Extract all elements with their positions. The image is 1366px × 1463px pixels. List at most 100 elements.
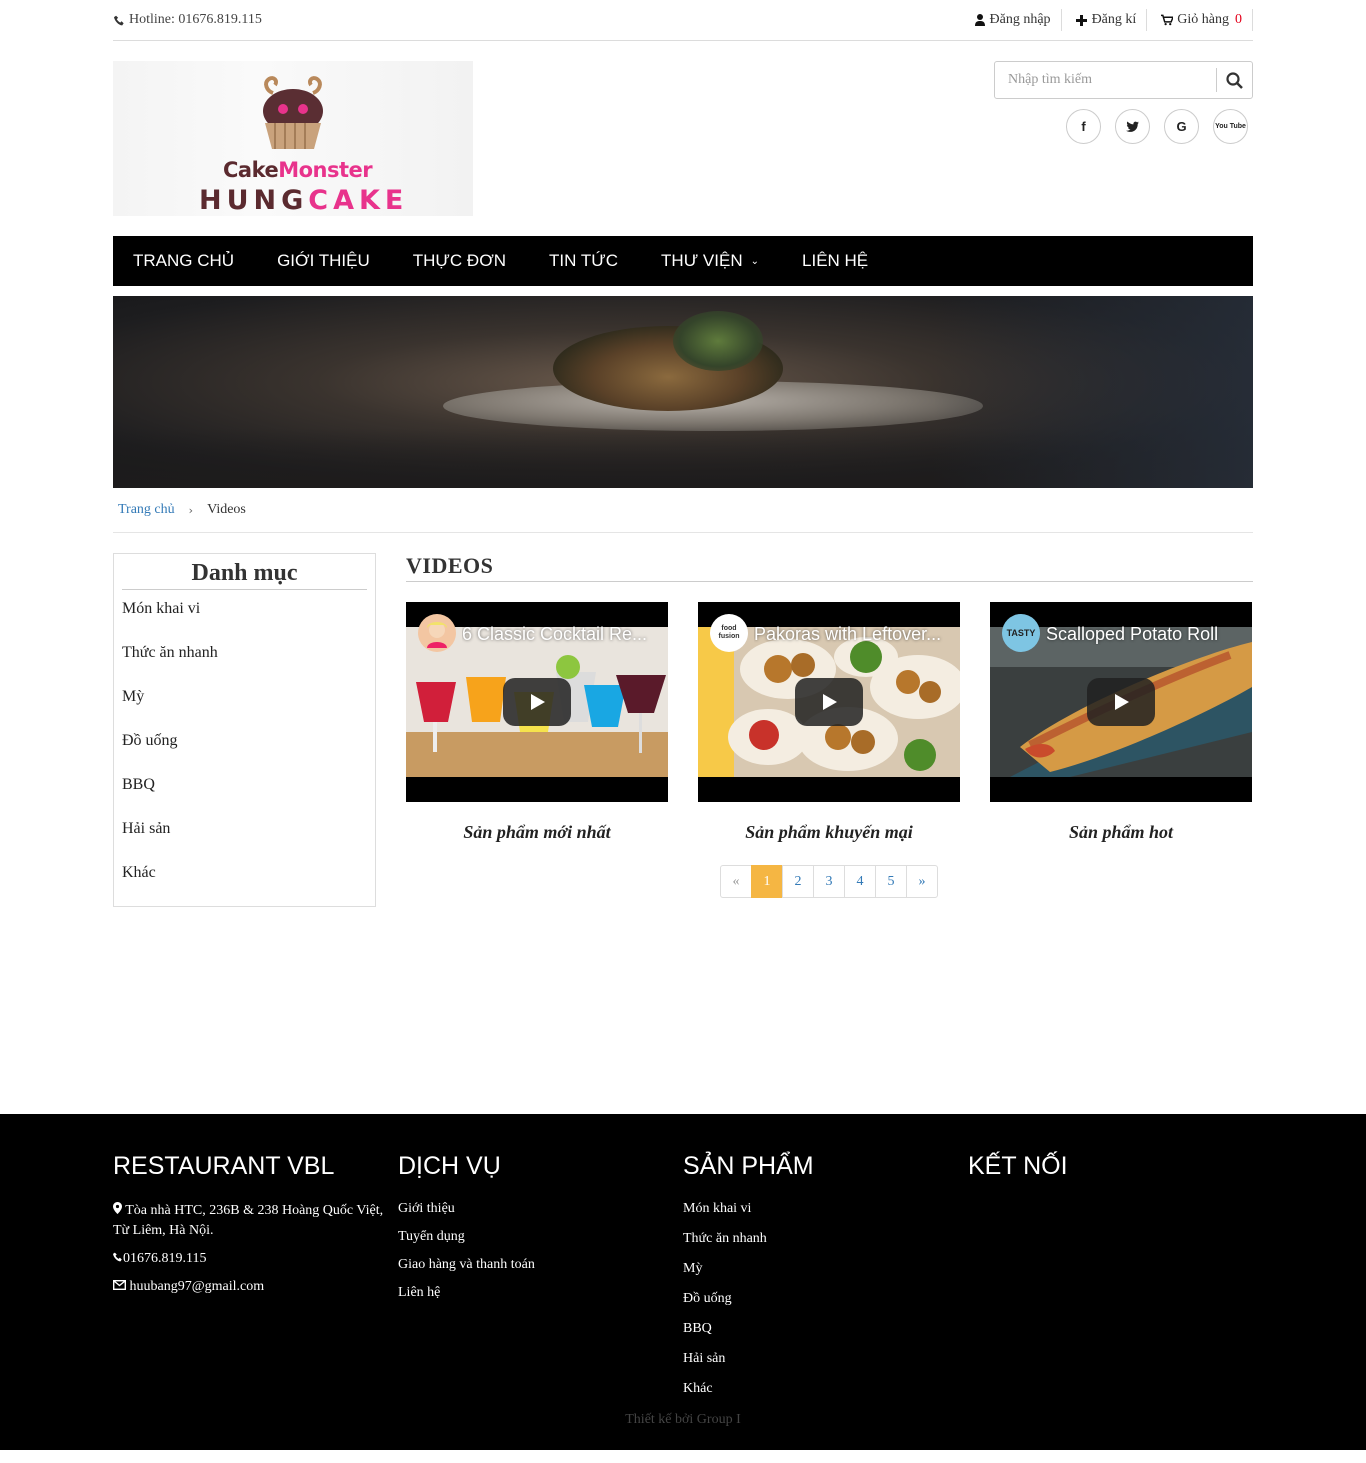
- login-link[interactable]: Đăng nhập: [974, 9, 1062, 31]
- footer-link[interactable]: Món khai vi: [683, 1201, 968, 1231]
- login-label: Đăng nhập: [989, 12, 1051, 27]
- category-item[interactable]: Đồ uống: [122, 728, 367, 772]
- footer-title: SẢN PHẨM: [683, 1152, 814, 1180]
- search-box: [994, 61, 1253, 99]
- footer-col-services: DỊCH VỤ Giới thiệu Tuyển dụng Giao hàng …: [398, 1152, 683, 1411]
- user-icon: [974, 14, 986, 26]
- banner-shadow: [933, 296, 1253, 488]
- header: CakeMonster HUNGCAKE f G You Tube: [113, 41, 1253, 236]
- footer-link[interactable]: Thức ăn nhanh: [683, 1231, 968, 1261]
- register-label: Đăng kí: [1091, 12, 1137, 27]
- pagination-page[interactable]: 3: [813, 865, 845, 898]
- nav-item-news[interactable]: TIN TỨC: [549, 251, 618, 271]
- category-item[interactable]: Mỳ: [122, 684, 367, 728]
- footer-address: Tòa nhà HTC, 236B & 238 Hoàng Quốc Việt,…: [113, 1201, 398, 1241]
- pagination-next[interactable]: »: [906, 865, 938, 898]
- footer-col-restaurant: RESTAURANT VBL Tòa nhà HTC, 236B & 238 H…: [112, 1152, 398, 1411]
- nav-item-about[interactable]: GIỚI THIỆU: [277, 251, 370, 271]
- cupcake-logo-icon: [263, 76, 323, 149]
- play-button[interactable]: [1087, 678, 1155, 726]
- videos-section: VIDEOS 6 Classic Cocktail Re... Sản phẩm…: [406, 553, 1253, 898]
- footer-email-text[interactable]: huubang97@gmail.com: [130, 1279, 265, 1294]
- cart-count-badge: 0: [1235, 12, 1242, 27]
- footer-link[interactable]: Liên hệ: [398, 1285, 683, 1313]
- nav-item-library-label: THƯ VIỆN: [661, 251, 743, 270]
- channel-avatar[interactable]: TASTY: [1002, 614, 1040, 652]
- hotline-text: Hotline: 01676.819.115: [129, 12, 262, 27]
- pagination-page[interactable]: 1: [751, 865, 783, 898]
- video-caption: Sản phẩm khuyến mại: [745, 822, 913, 842]
- nav-item-contact[interactable]: LIÊN HỆ: [802, 251, 868, 271]
- video-card: TASTY Scalloped Potato Roll Sản phẩm hot: [990, 602, 1252, 843]
- logo-cake-text: Cake: [223, 158, 279, 182]
- play-button[interactable]: [795, 678, 863, 726]
- video-player[interactable]: food fusion Pakoras with Leftover...: [698, 602, 960, 802]
- category-item[interactable]: Món khai vi: [122, 596, 367, 640]
- google-icon[interactable]: G: [1164, 109, 1199, 144]
- nav-item-library[interactable]: THƯ VIỆN ⌄: [661, 251, 759, 271]
- video-card: food fusion Pakoras with Leftover... Sản…: [698, 602, 960, 843]
- video-title[interactable]: Scalloped Potato Roll: [1046, 624, 1238, 645]
- footer-col-products: SẢN PHẨM Món khai vi Thức ăn nhanh Mỳ Đồ…: [683, 1152, 968, 1411]
- footer-link[interactable]: Mỳ: [683, 1261, 968, 1291]
- cart-link[interactable]: Giỏ hàng 0: [1147, 9, 1253, 31]
- video-card: 6 Classic Cocktail Re... Sản phẩm mới nh…: [406, 602, 668, 843]
- search-button[interactable]: [1216, 68, 1252, 92]
- cart-label: Giỏ hàng: [1177, 12, 1229, 27]
- youtube-icon[interactable]: You Tube: [1213, 109, 1248, 144]
- logo[interactable]: CakeMonster HUNGCAKE: [113, 61, 473, 216]
- register-link[interactable]: Đăng kí: [1062, 9, 1148, 31]
- video-caption: Sản phẩm mới nhất: [463, 822, 611, 842]
- map-marker-icon: [113, 1202, 122, 1214]
- pagination-page[interactable]: 2: [782, 865, 814, 898]
- category-item[interactable]: Khác: [122, 860, 367, 894]
- plus-icon: [1076, 14, 1088, 26]
- footer-title: DỊCH VỤ: [398, 1152, 501, 1180]
- hotline: Hotline: 01676.819.115: [113, 12, 262, 28]
- video-title[interactable]: Pakoras with Leftover...: [754, 624, 946, 645]
- footer-phone-text: 01676.819.115: [123, 1251, 207, 1266]
- pagination: « 1 2 3 4 5 »: [406, 865, 1253, 898]
- footer-link[interactable]: Khác: [683, 1381, 968, 1411]
- play-icon: [531, 694, 545, 710]
- twitter-icon[interactable]: [1115, 109, 1150, 144]
- category-item[interactable]: Hải sản: [122, 816, 367, 860]
- video-player[interactable]: 6 Classic Cocktail Re...: [406, 602, 668, 802]
- logo-brand-line1: CakeMonster: [223, 158, 373, 182]
- top-bar: Hotline: 01676.819.115 Đăng nhập Đăng kí…: [113, 0, 1253, 41]
- video-player[interactable]: TASTY Scalloped Potato Roll: [990, 602, 1252, 802]
- social-links: f G You Tube: [1066, 109, 1248, 144]
- envelope-icon: [112, 1279, 127, 1291]
- page-banner-image: [113, 296, 1253, 488]
- breadcrumb-home-link[interactable]: Trang chủ: [118, 502, 175, 518]
- footer-link[interactable]: Hải sản: [683, 1351, 968, 1381]
- footer-link[interactable]: Giới thiệu: [398, 1201, 683, 1229]
- category-item[interactable]: BBQ: [122, 772, 367, 816]
- logo-cake2-text: CAKE: [308, 185, 409, 216]
- footer-title: RESTAURANT VBL: [113, 1152, 335, 1180]
- footer-address-text: Tòa nhà HTC, 236B & 238 Hoàng Quốc Việt,…: [113, 1203, 384, 1238]
- footer-link[interactable]: Tuyển dụng: [398, 1229, 683, 1257]
- pagination-page[interactable]: 5: [875, 865, 907, 898]
- footer-link[interactable]: Đồ uống: [683, 1291, 968, 1321]
- play-icon: [823, 694, 837, 710]
- play-button[interactable]: [503, 678, 571, 726]
- chevron-down-icon: ⌄: [750, 255, 760, 267]
- category-item[interactable]: Thức ăn nhanh: [122, 640, 367, 684]
- nav-item-home[interactable]: TRANG CHỦ: [133, 251, 234, 271]
- footer-link[interactable]: BBQ: [683, 1321, 968, 1351]
- footer-title: KẾT NỐI: [968, 1152, 1068, 1180]
- channel-avatar[interactable]: [418, 614, 456, 652]
- content-area: Danh mục Món khai vi Thức ăn nhanh Mỳ Đồ…: [113, 553, 1253, 907]
- breadcrumb: Trang chủ › Videos: [113, 488, 1253, 533]
- footer-phone: 01676.819.115: [113, 1249, 398, 1269]
- nav-item-menu[interactable]: THỰC ĐƠN: [413, 251, 506, 271]
- channel-avatar[interactable]: food fusion: [710, 614, 748, 652]
- footer-link[interactable]: Giao hàng và thanh toán: [398, 1257, 683, 1285]
- pagination-prev[interactable]: «: [720, 865, 752, 898]
- pagination-page[interactable]: 4: [844, 865, 876, 898]
- search-input[interactable]: [995, 62, 1216, 98]
- facebook-icon[interactable]: f: [1066, 109, 1101, 144]
- footer-copyright: Thiết kế bởi Group I: [625, 1412, 741, 1427]
- video-title[interactable]: 6 Classic Cocktail Re...: [462, 624, 654, 645]
